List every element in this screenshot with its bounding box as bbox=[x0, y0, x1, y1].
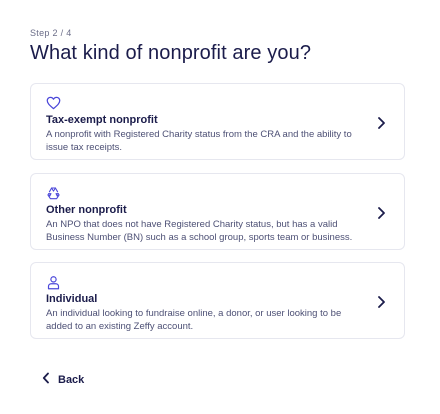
chevron-right-icon bbox=[376, 116, 386, 130]
chevron-left-icon bbox=[42, 371, 50, 389]
option-tax-exempt-nonprofit[interactable]: Tax-exempt nonprofit A nonprofit with Re… bbox=[30, 83, 405, 160]
chevron-right-icon bbox=[376, 295, 386, 309]
option-title: Individual bbox=[46, 293, 98, 305]
option-description: An NPO that does not have Registered Cha… bbox=[46, 219, 353, 243]
option-other-nonprofit[interactable]: Other nonprofit An NPO that does not hav… bbox=[30, 173, 405, 250]
page-title: What kind of nonprofit are you? bbox=[30, 42, 312, 64]
recycle-icon bbox=[46, 186, 61, 200]
option-title: Tax-exempt nonprofit bbox=[46, 114, 158, 126]
back-button[interactable]: Back bbox=[42, 371, 84, 389]
option-description: A nonprofit with Registered Charity stat… bbox=[46, 129, 352, 153]
back-label: Back bbox=[58, 374, 85, 386]
option-title: Other nonprofit bbox=[46, 204, 127, 216]
heart-icon bbox=[46, 96, 61, 110]
step-indicator: Step 2 / 4 bbox=[30, 28, 72, 38]
option-individual[interactable]: Individual An individual looking to fund… bbox=[30, 262, 405, 339]
option-description: An individual looking to fundraise onlin… bbox=[46, 308, 342, 332]
person-icon bbox=[46, 275, 61, 290]
chevron-right-icon bbox=[376, 206, 386, 220]
